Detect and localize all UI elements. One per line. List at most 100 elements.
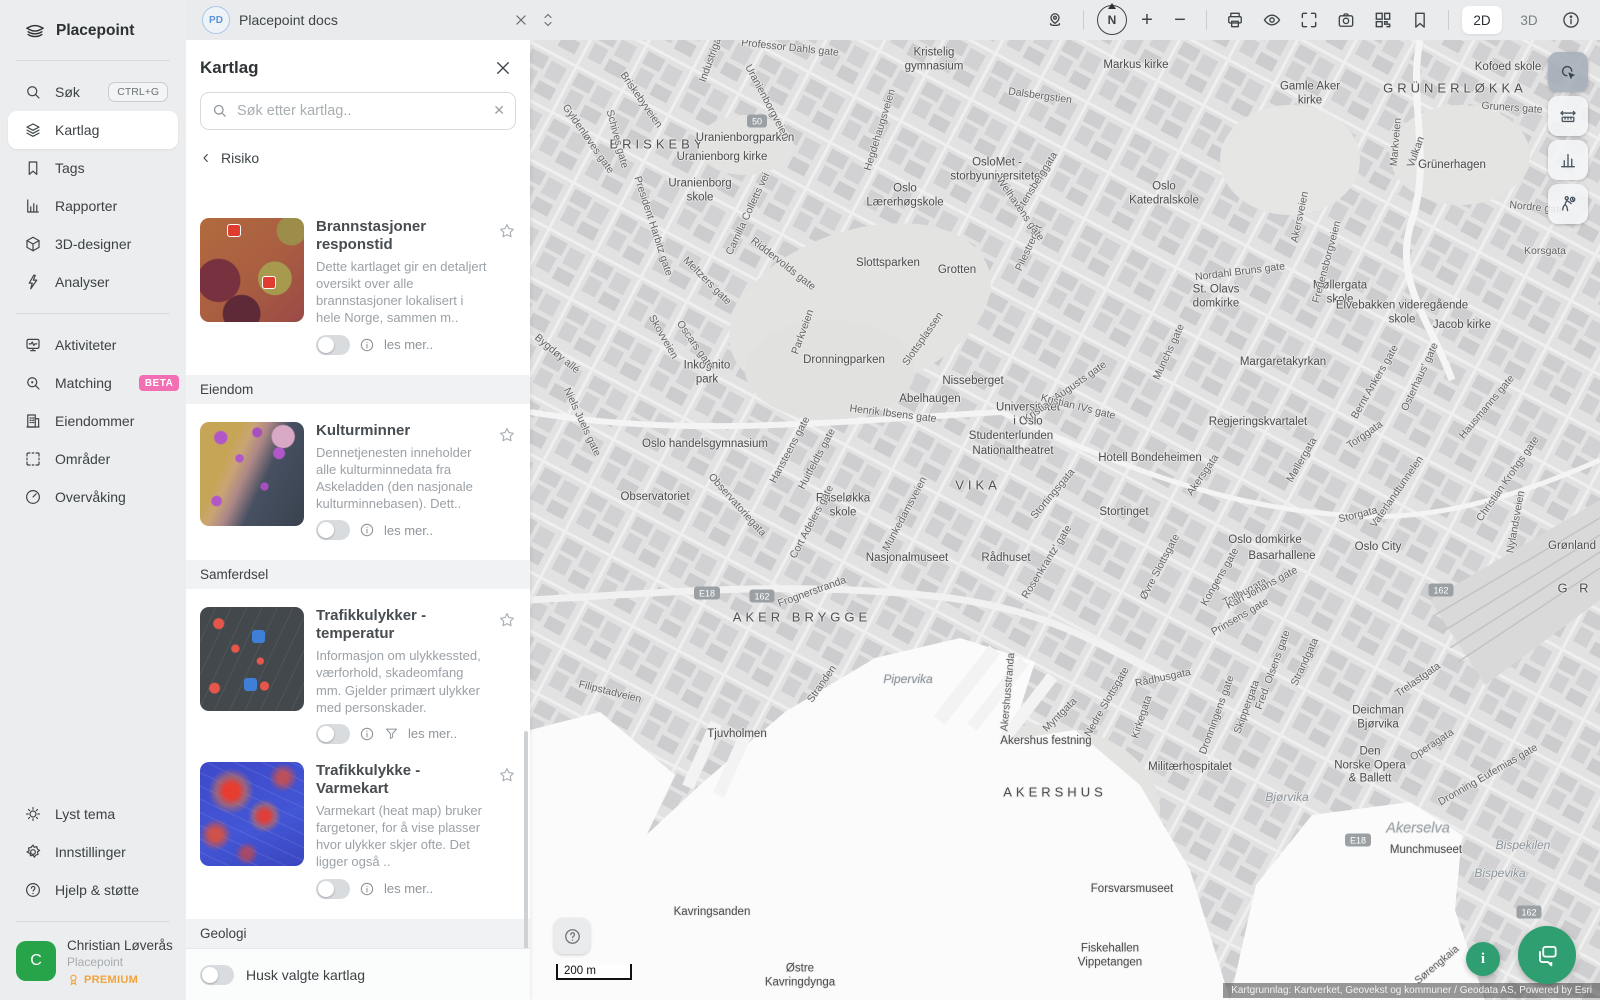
sidebar-item-label: Kartlag xyxy=(55,122,99,138)
sidebar-item-rapporter[interactable]: Rapporter xyxy=(8,187,178,225)
bookmark-icon[interactable] xyxy=(1405,5,1435,35)
favorite-star-icon[interactable] xyxy=(498,611,516,629)
sidebar-item-eiendommer[interactable]: Eiendommer xyxy=(8,402,178,440)
layer-filter-icon[interactable] xyxy=(384,726,399,741)
remember-layers-toggle[interactable] xyxy=(200,965,234,985)
read-more-link[interactable]: les mer.. xyxy=(384,881,433,896)
zoom-out-button[interactable]: − xyxy=(1167,10,1193,30)
divider xyxy=(1083,10,1084,30)
layer-toggle[interactable] xyxy=(316,520,350,540)
layer-info-icon[interactable] xyxy=(359,337,375,353)
chevron-left-icon xyxy=(200,152,212,164)
chart-tool-button[interactable] xyxy=(1548,140,1588,180)
help-icon xyxy=(24,881,42,899)
view-2d-button[interactable]: 2D xyxy=(1462,6,1502,34)
divider xyxy=(16,60,170,61)
map-canvas[interactable]: Kristelig gymnasiumMarkus kirkeGamle Ake… xyxy=(530,40,1600,1000)
qr-widgets-icon[interactable] xyxy=(1368,5,1398,35)
search-input[interactable] xyxy=(200,92,516,130)
layer-info-icon[interactable] xyxy=(359,522,375,538)
measure-tool-button[interactable] xyxy=(1548,96,1588,136)
area-icon xyxy=(24,450,42,468)
read-more-link[interactable]: les mer.. xyxy=(408,726,457,741)
view-3d-button[interactable]: 3D xyxy=(1509,6,1549,34)
sidebar-item-s-k[interactable]: SøkCTRL+G xyxy=(8,73,178,111)
favorite-star-icon[interactable] xyxy=(498,766,516,784)
layer-description: Dette kartlaget gir en detaljert oversik… xyxy=(316,258,490,327)
sidebar-item-overv-king[interactable]: Overvåking xyxy=(8,478,178,516)
layer-toggle[interactable] xyxy=(316,335,350,355)
chat-icon xyxy=(1534,942,1560,968)
sun-icon xyxy=(24,805,42,823)
document-close-icon[interactable] xyxy=(514,13,528,27)
sidebar-item-tags[interactable]: Tags xyxy=(8,149,178,187)
sidebar-item-omr-der[interactable]: Områder xyxy=(8,440,178,478)
app-logo[interactable]: Placepoint xyxy=(0,0,186,56)
remember-layers-bar: Husk valgte kartlag xyxy=(186,948,530,1000)
select-tool-button[interactable] xyxy=(1548,52,1588,92)
sidebar-item-label: Innstillinger xyxy=(55,844,126,860)
info-icon[interactable] xyxy=(1556,5,1586,35)
back-to-risiko[interactable]: Risiko xyxy=(186,130,530,174)
section-header-samferdsel: Samferdsel xyxy=(186,560,530,589)
sidebar-item-innstillinger[interactable]: Innstillinger xyxy=(8,833,178,871)
layer-title: Brannstasjoner responstid xyxy=(316,218,490,254)
fullscreen-icon[interactable] xyxy=(1294,5,1324,35)
sidebar-item-lyst-tema[interactable]: Lyst tema xyxy=(8,795,178,833)
locate-icon[interactable] xyxy=(1040,5,1070,35)
map-help-button[interactable] xyxy=(554,918,590,954)
sidebar-item-matching[interactable]: Matching BETA xyxy=(8,364,178,402)
activity-icon xyxy=(24,336,42,354)
placepoint-app: Placepoint SøkCTRL+G Kartlag Tags Rapporter… xyxy=(0,0,1600,1000)
map-scalebar: 200 m xyxy=(556,964,632,980)
read-more-link[interactable]: les mer.. xyxy=(384,337,433,352)
panel-close-icon[interactable] xyxy=(494,59,512,77)
document-switch-icon[interactable] xyxy=(542,12,554,28)
document-chip[interactable]: PD Placepoint docs xyxy=(202,6,338,34)
layer-info-icon[interactable] xyxy=(359,726,375,742)
cube-icon xyxy=(24,235,42,253)
zoom-in-button[interactable]: + xyxy=(1134,10,1160,30)
medal-icon xyxy=(67,973,80,986)
beta-badge: BETA xyxy=(139,375,179,391)
screenshot-icon[interactable] xyxy=(1331,5,1361,35)
divider xyxy=(16,313,170,314)
favorite-star-icon[interactable] xyxy=(498,222,516,240)
info-fab-button[interactable]: i xyxy=(1466,942,1500,976)
print-icon[interactable] xyxy=(1220,5,1250,35)
sidebar-item-analyser[interactable]: Analyser xyxy=(8,263,178,301)
panel-scrollbar[interactable] xyxy=(524,731,528,961)
sidebar-item-aktiviteter[interactable]: Aktiviteter xyxy=(8,326,178,364)
sidebar-footer-nav: Lyst tema Innstillinger Hjelp & støtte xyxy=(0,787,186,917)
sidebar-item-hjelp-st-tte[interactable]: Hjelp & støtte xyxy=(8,871,178,909)
visibility-icon[interactable] xyxy=(1257,5,1287,35)
layer-thumbnail[interactable] xyxy=(200,607,304,711)
compass-control[interactable]: N xyxy=(1097,5,1127,35)
layer-card: Brannstasjoner responstid Dette kartlaget… xyxy=(186,210,530,365)
walker-tool-button[interactable] xyxy=(1548,184,1588,224)
layer-toggle[interactable] xyxy=(316,879,350,899)
sidebar-item-kartlag[interactable]: Kartlag xyxy=(8,111,178,149)
layer-description: Informasjon om ulykkessted, værforhold, … xyxy=(316,647,490,716)
kartlag-panel: Kartlag ✕ Risiko Brannstasjoner responst… xyxy=(186,40,530,1000)
sidebar-item-label: Tags xyxy=(55,160,85,176)
layer-toggle[interactable] xyxy=(316,724,350,744)
layer-thumbnail[interactable] xyxy=(200,422,304,526)
favorite-star-icon[interactable] xyxy=(498,426,516,444)
sidebar-item-label: Matching xyxy=(55,375,112,391)
user-org: Placepoint xyxy=(67,955,173,969)
search-clear-icon[interactable]: ✕ xyxy=(493,102,505,119)
user-card[interactable]: C Christian Løverås Placepoint PREMIUM xyxy=(0,926,186,986)
topbar: PD Placepoint docs N + − 2D 3D xyxy=(186,0,1600,40)
read-more-link[interactable]: les mer.. xyxy=(384,523,433,538)
section-header-geologi: Geologi xyxy=(186,919,530,948)
avatar: C xyxy=(16,941,56,981)
sidebar-item-label: Analyser xyxy=(55,274,109,290)
layer-info-icon[interactable] xyxy=(359,881,375,897)
sidebar-item-3d-designer[interactable]: 3D-designer xyxy=(8,225,178,263)
chat-fab-button[interactable] xyxy=(1518,926,1576,984)
layer-search: ✕ xyxy=(200,92,516,130)
layer-thumbnail[interactable] xyxy=(200,762,304,866)
layer-thumbnail[interactable] xyxy=(200,218,304,322)
layer-description: Varmekart (heat map) bruker fargetoner, … xyxy=(316,802,490,871)
